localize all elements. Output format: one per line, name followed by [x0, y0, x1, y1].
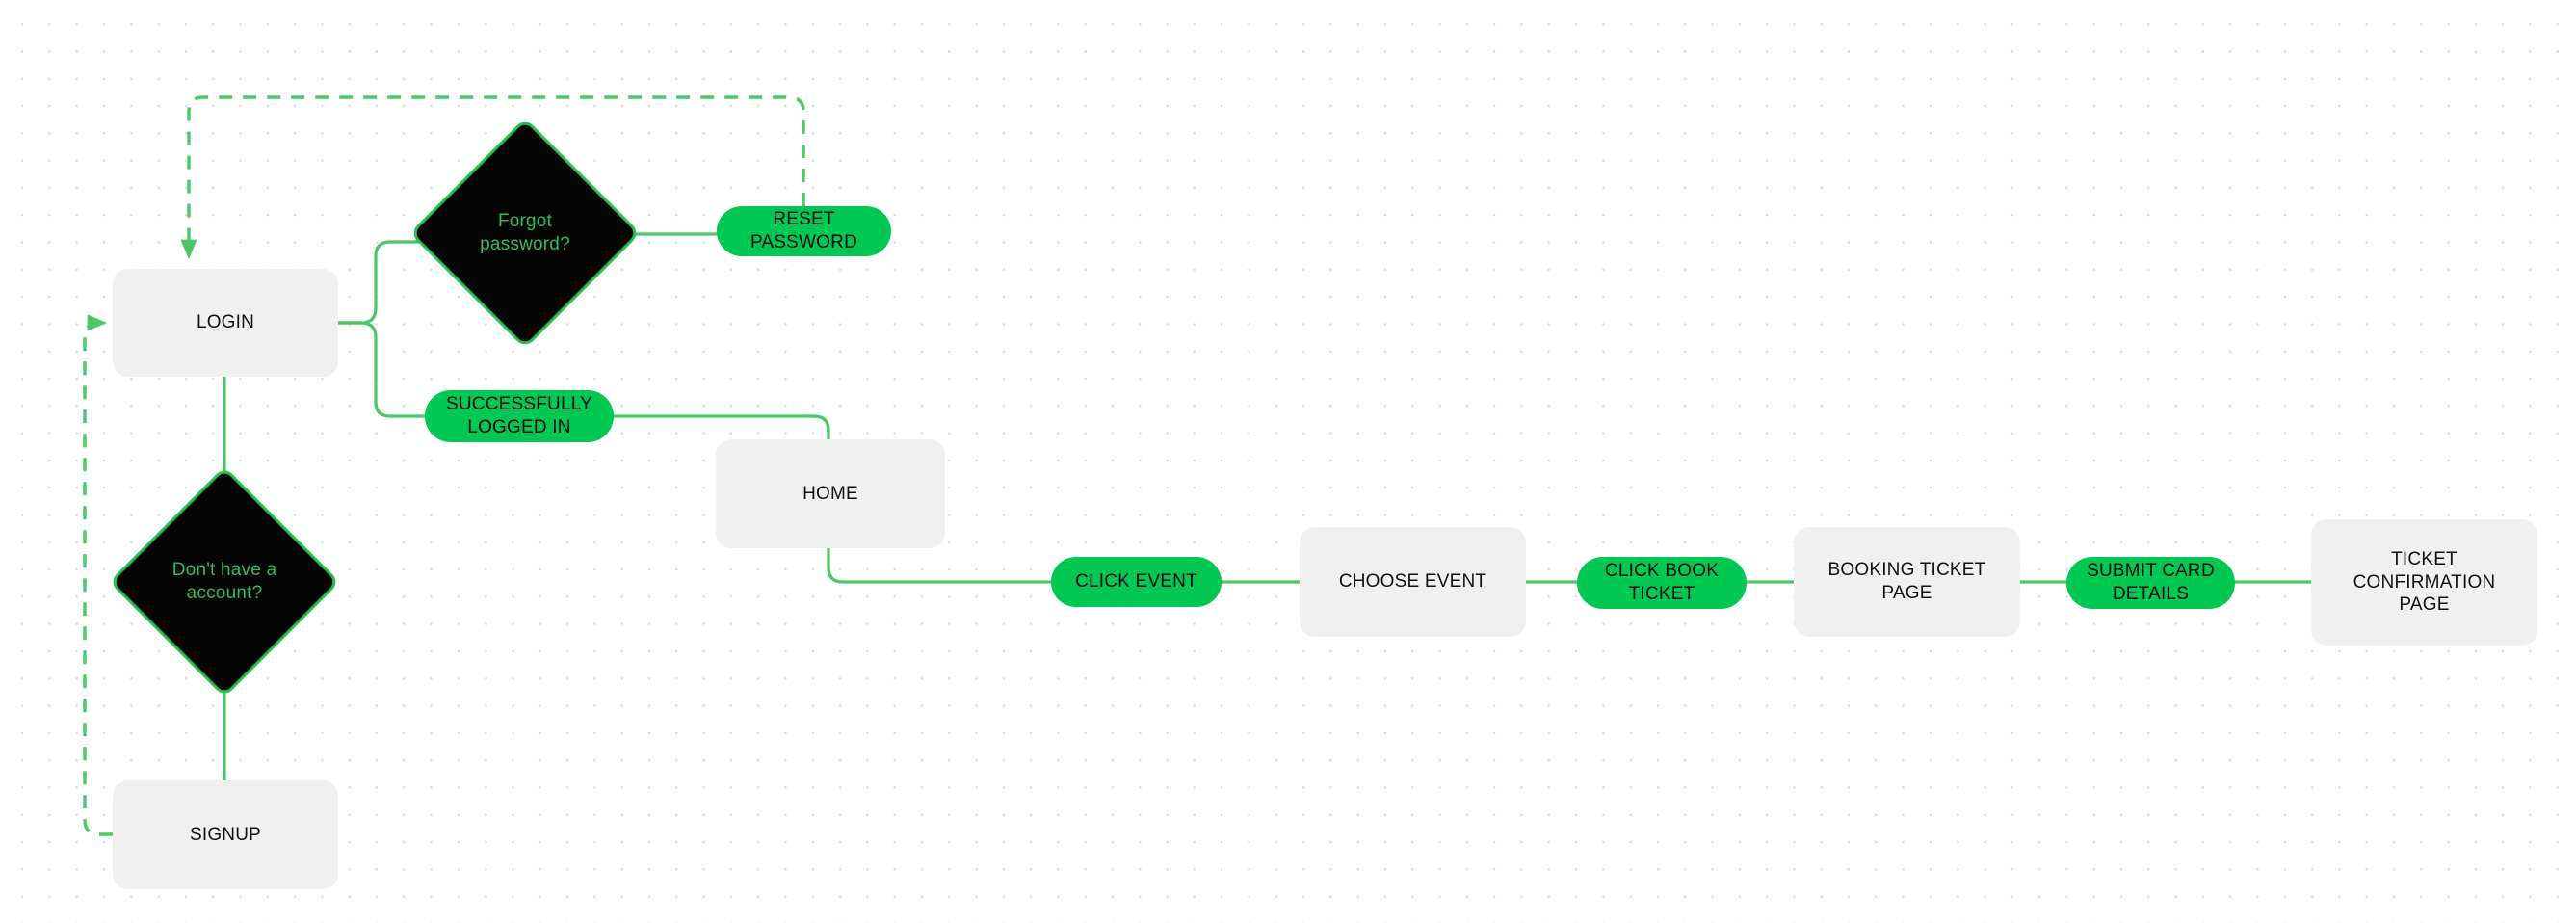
node-label-reset_password: RESET PASSWORD — [749, 209, 858, 252]
node-click_book_ticket[interactable]: CLICK BOOK TICKET — [1577, 557, 1747, 609]
node-reset_password[interactable]: RESET PASSWORD — [717, 206, 891, 256]
node-home[interactable]: HOME — [716, 439, 945, 548]
node-dont_have_account[interactable]: Don't have a account? — [108, 465, 341, 699]
node-label-successfully_logged_in: SUCCESSFULLY LOGGED IN — [446, 394, 592, 437]
node-label-submit_card_details: SUBMIT CARD DETAILS — [2087, 561, 2215, 604]
node-label-click_book_ticket: CLICK BOOK TICKET — [1604, 561, 1720, 604]
node-label-dont_have_account: Don't have a account? — [171, 560, 277, 603]
node-label-booking_ticket_page: BOOKING TICKET PAGE — [1827, 560, 1986, 603]
edge-layer — [83, 95, 2313, 836]
node-signup[interactable]: SIGNUP — [113, 780, 338, 889]
node-submit_card_details[interactable]: SUBMIT CARD DETAILS — [2066, 557, 2235, 609]
node-label-choose_event: CHOOSE EVENT — [1338, 571, 1487, 593]
node-successfully_logged_in[interactable]: SUCCESSFULLY LOGGED IN — [425, 390, 614, 442]
node-choose_event[interactable]: CHOOSE EVENT — [1300, 527, 1526, 637]
node-forgot_password[interactable]: Forgot password? — [408, 117, 642, 350]
node-label-ticket_confirmation_page: TICKET CONFIRMATION PAGE — [2353, 548, 2496, 616]
edge-login-to-success — [336, 321, 427, 418]
node-login[interactable]: LOGIN — [113, 269, 338, 377]
node-label-signup: SIGNUP — [189, 824, 262, 845]
flowchart-canvas[interactable]: LOGIN Forgot password? RESET PASSWORD SUCCE… — [0, 0, 2576, 923]
node-label-forgot_password: Forgot password? — [480, 211, 570, 254]
edge-signup-to-login — [83, 314, 113, 836]
node-click_event[interactable]: CLICK EVENT — [1051, 557, 1222, 607]
node-label-login: LOGIN — [196, 312, 255, 333]
edge-success-to-home — [612, 414, 830, 441]
node-label-home: HOME — [802, 483, 858, 504]
edge-login-to-forgot — [336, 240, 445, 325]
node-booking_ticket_page[interactable]: BOOKING TICKET PAGE — [1794, 527, 2020, 637]
node-label-click_event: CLICK EVENT — [1075, 571, 1197, 593]
edge-home-to-click-event — [827, 546, 1053, 584]
node-ticket_confirmation_page[interactable]: TICKET CONFIRMATION PAGE — [2311, 519, 2537, 646]
